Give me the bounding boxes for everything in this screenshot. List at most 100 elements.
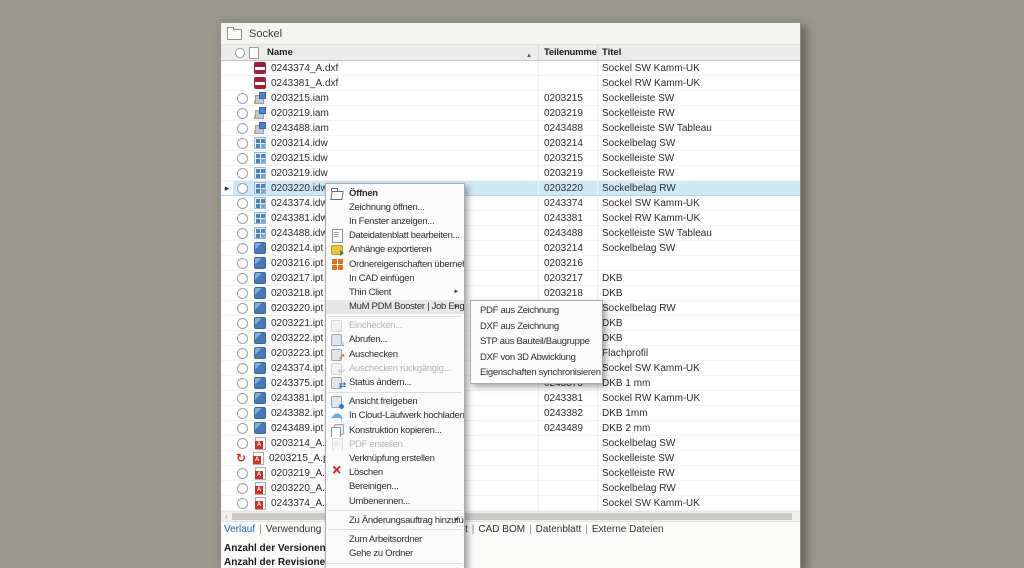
context-menu-item[interactable]: Zum Arbeitsordner	[326, 532, 464, 546]
column-header-titel[interactable]: Titel	[598, 45, 800, 60]
titel-cell: DKB 1 mm	[598, 376, 800, 390]
table-row[interactable]: 0203215_A.pdf Sockelleiste SW	[221, 451, 800, 466]
row-select-circle[interactable]	[237, 468, 248, 479]
titel-cell: Sockel SW Kamm-UK	[598, 496, 800, 510]
submenu-item[interactable]: Eigenschaften synchronisieren	[471, 365, 602, 381]
table-row[interactable]: 0243488.iam 0243488 Sockelleiste SW Tabl…	[221, 121, 800, 136]
context-menu-item[interactable]: Zu Änderungsauftrag hinzufügen	[326, 513, 464, 527]
context-menu-item[interactable]: Auschecken	[326, 347, 464, 361]
context-menu-item[interactable]: Zeichnung öffnen...	[326, 200, 464, 214]
context-menu-item[interactable]: Löschen	[326, 466, 464, 480]
row-select-circle[interactable]	[237, 318, 248, 329]
row-select-circle[interactable]	[237, 108, 248, 119]
context-menu-item[interactable]: Ordnereigenschaften übernehmen	[326, 257, 464, 271]
row-select-circle[interactable]	[237, 393, 248, 404]
row-select-circle[interactable]	[237, 273, 248, 284]
column-header-teilenummer[interactable]: Teilenummer	[539, 45, 598, 60]
table-row[interactable]: 0203220.idw 0203220 Sockelbelag RW	[221, 181, 800, 196]
table-row[interactable]: 0203214.ipt 0203214 Sockelbelag SW	[221, 241, 800, 256]
context-menu-item[interactable]: In Cloud-Laufwerk hochladen	[326, 409, 464, 423]
tab-verlauf[interactable]: Verlauf	[224, 524, 255, 535]
context-menu-item[interactable]: MuM PDM Booster | Job Engine	[326, 300, 464, 314]
row-select-circle[interactable]	[237, 438, 248, 449]
tab-verwendung[interactable]: Verwendung	[266, 524, 322, 535]
table-row[interactable]: 0203220_A.pdf Sockelbelag RW	[221, 481, 800, 496]
table-row[interactable]: 0203214_A.pdf Sockelbelag SW	[221, 436, 800, 451]
table-row[interactable]: 0203214.idw 0203214 Sockelbelag SW	[221, 136, 800, 151]
row-gutter	[221, 61, 233, 75]
teilenummer-cell: 0243382	[539, 406, 598, 420]
table-row[interactable]: 0243381.idw 0243381 Sockel RW Kamm-UK	[221, 211, 800, 226]
row-select-circle[interactable]	[237, 153, 248, 164]
context-menu-item[interactable]: Ansicht freigeben	[326, 395, 464, 409]
row-select-circle[interactable]	[237, 498, 248, 509]
file-name-cell: 0203214.idw	[233, 136, 539, 150]
row-select-circle[interactable]	[237, 408, 248, 419]
submenu-item[interactable]: DXF von 3D Abwicklung	[471, 350, 602, 366]
row-select-circle[interactable]	[237, 483, 248, 494]
tab-datenblatt[interactable]: Datenblatt	[536, 524, 582, 535]
horizontal-scrollbar[interactable]	[221, 511, 800, 521]
context-menu-item[interactable]: In Fenster anzeigen...	[326, 214, 464, 228]
row-select-circle[interactable]	[237, 423, 248, 434]
idw-file-icon	[254, 197, 266, 209]
row-select-circle[interactable]	[237, 363, 248, 374]
row-select-circle[interactable]	[237, 228, 248, 239]
table-row[interactable]: 0203218.ipt 0203218 DKB	[221, 286, 800, 301]
scrollbar-thumb[interactable]	[232, 513, 792, 520]
scroll-left-button[interactable]	[221, 512, 232, 521]
row-select-circle[interactable]	[237, 198, 248, 209]
row-select-circle[interactable]	[237, 348, 248, 359]
table-row[interactable]: 0243381.ipt 0243381 Sockel RW Kamm-UK	[221, 391, 800, 406]
row-select-circle[interactable]	[237, 93, 248, 104]
context-menu-item[interactable]: Bereinigen...	[326, 480, 464, 494]
context-menu-item[interactable]: In CAD einfügen	[326, 271, 464, 285]
context-menu-item[interactable]: Umbenennen...	[326, 494, 464, 508]
submenu-item[interactable]: DXF aus Zeichnung	[471, 319, 602, 335]
row-select-circle[interactable]	[237, 213, 248, 224]
teilenummer-cell: 0203214	[539, 241, 598, 255]
file-name: 0243374_A.dxf	[271, 63, 338, 74]
table-row[interactable]: 0203219.iam 0203219 Sockelleiste RW	[221, 106, 800, 121]
context-menu-item[interactable]: Anhänge exportieren	[326, 243, 464, 257]
table-row[interactable]: 0243382.ipt 0243382 DKB 1mm	[221, 406, 800, 421]
table-row[interactable]: 0203215.idw 0203215 Sockelleiste SW	[221, 151, 800, 166]
ipt-file-icon	[254, 377, 266, 389]
context-menu-item[interactable]: Gehe zu Ordner	[326, 547, 464, 561]
row-select-circle[interactable]	[237, 168, 248, 179]
table-row[interactable]: 0243374.idw 0243374 Sockel SW Kamm-UK	[221, 196, 800, 211]
tab-externe-dateien[interactable]: Externe Dateien	[592, 524, 664, 535]
submenu-item[interactable]: PDF aus Zeichnung	[471, 303, 602, 319]
table-row[interactable]: 0243374_A.pdf Sockel SW Kamm-UK	[221, 496, 800, 511]
table-row[interactable]: 0203216.ipt 0203216	[221, 256, 800, 271]
share-view-icon	[330, 395, 344, 408]
table-row[interactable]: 0243381_A.dxf Sockel RW Kamm-UK	[221, 76, 800, 91]
row-select-circle[interactable]	[237, 183, 248, 194]
table-row[interactable]: 0203219_A.pdf Sockelleiste RW	[221, 466, 800, 481]
table-row[interactable]: 0203219.idw 0203219 Sockelleiste RW	[221, 166, 800, 181]
row-select-circle[interactable]	[237, 138, 248, 149]
table-row[interactable]: 0243374_A.dxf Sockel SW Kamm-UK	[221, 61, 800, 76]
context-menu-item[interactable]: Abrufen...	[326, 333, 464, 347]
table-row[interactable]: 0203215.iam 0203215 Sockelleiste SW	[221, 91, 800, 106]
row-select-circle[interactable]	[237, 123, 248, 134]
context-menu-item[interactable]: Konstruktion kopieren...	[326, 423, 464, 437]
context-menu-item[interactable]: Öffnen	[326, 186, 464, 200]
row-select-circle[interactable]	[237, 243, 248, 254]
row-select-circle[interactable]	[237, 333, 248, 344]
context-menu-item[interactable]: Status ändern...	[326, 375, 464, 389]
context-menu-item[interactable]: Dateidatenblatt bearbeiten...	[326, 229, 464, 243]
table-row[interactable]: 0203217.ipt 0203217 DKB	[221, 271, 800, 286]
row-select-circle[interactable]	[237, 288, 248, 299]
row-select-circle[interactable]	[237, 378, 248, 389]
table-row[interactable]: 0243489.ipt 0243489 DKB 2 mm	[221, 421, 800, 436]
submenu-item[interactable]: STP aus Bauteil/Baugruppe	[471, 334, 602, 350]
row-select-circle[interactable]	[237, 303, 248, 314]
tab-cad-bom[interactable]: CAD BOM	[478, 524, 525, 535]
column-header-name[interactable]: Name	[221, 45, 539, 60]
tab-separator: |	[259, 524, 262, 535]
context-menu-item[interactable]: Verknüpfung erstellen	[326, 451, 464, 465]
context-menu-item[interactable]: Thin Client	[326, 285, 464, 299]
table-row[interactable]: 0243488.idw 0243488 Sockelleiste SW Tabl…	[221, 226, 800, 241]
row-select-circle[interactable]	[237, 258, 248, 269]
